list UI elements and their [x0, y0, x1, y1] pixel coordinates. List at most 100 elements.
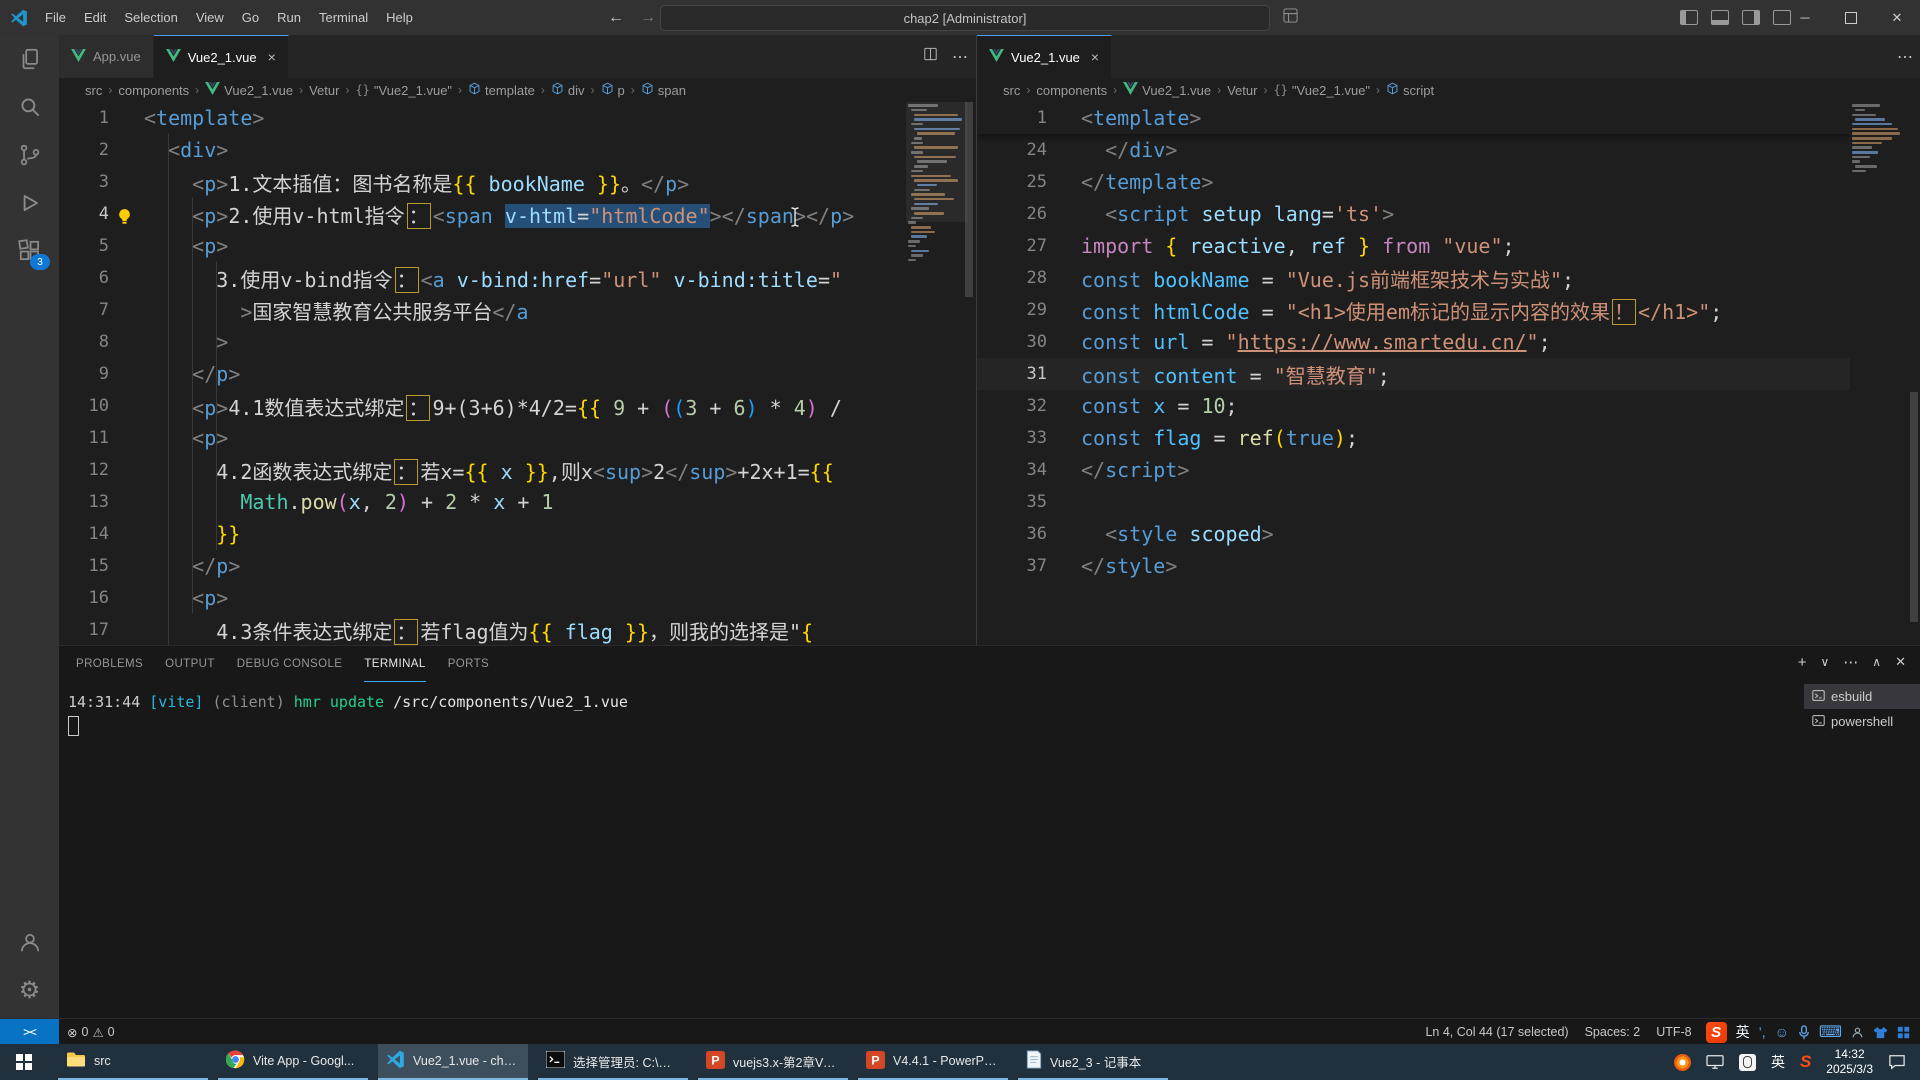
- menu-run[interactable]: Run: [268, 0, 310, 35]
- code-line-9[interactable]: 9 </p>: [59, 358, 906, 390]
- command-center-search[interactable]: chap2 [Administrator]: [660, 5, 1270, 31]
- settings-gear-icon[interactable]: ⚙: [0, 966, 59, 1014]
- code-line-16[interactable]: 16 <p>: [59, 582, 906, 614]
- code-line-8[interactable]: 8 >: [59, 326, 906, 358]
- code-line-6[interactable]: 6 3.使用v-bind指令：<a v-bind:href="url" v-bi…: [59, 262, 906, 294]
- terminal-instance-esbuild[interactable]: esbuild: [1804, 684, 1920, 709]
- close-icon[interactable]: ✕: [1874, 0, 1920, 35]
- mouse-tray-icon[interactable]: [1739, 1054, 1756, 1071]
- menu-file[interactable]: File: [36, 0, 75, 35]
- maximize-icon[interactable]: [1828, 0, 1874, 35]
- tab-Vue2_1.vue[interactable]: Vue2_1.vue×: [154, 35, 289, 78]
- breadcrumb-item[interactable]: div: [551, 82, 585, 98]
- code-line-10[interactable]: 10 <p>4.1数值表达式绑定：9+(3+6)*4/2={{ 9 + ((3 …: [59, 390, 906, 422]
- code-line-32[interactable]: 32const x = 10;: [977, 390, 1850, 422]
- toggle-panel-icon[interactable]: [1711, 10, 1729, 25]
- code-line-2[interactable]: 2 <div>: [59, 134, 906, 166]
- code-line-27[interactable]: 27import { reactive, ref } from "vue";: [977, 230, 1850, 262]
- code-line-26[interactable]: 26 <script setup lang='ts'>: [977, 198, 1850, 230]
- layout-extra-icon[interactable]: [1283, 8, 1298, 28]
- breadcrumb-item[interactable]: Vetur: [1227, 83, 1257, 98]
- ime-lang-tray-icon[interactable]: 英: [1771, 1052, 1785, 1072]
- minimap[interactable]: [1850, 102, 1911, 172]
- code-line-14[interactable]: 14 }}: [59, 518, 906, 550]
- taskbar-clock[interactable]: 14:32 2025/3/3: [1826, 1047, 1873, 1077]
- remote-indicator[interactable]: ><: [0, 1019, 59, 1045]
- menu-help[interactable]: Help: [377, 0, 422, 35]
- toggle-secondary-sidebar-icon[interactable]: [1742, 10, 1760, 25]
- search-icon[interactable]: [0, 83, 59, 131]
- breadcrumb-item[interactable]: p: [601, 82, 625, 98]
- breadcrumb-item[interactable]: components: [1036, 83, 1107, 98]
- indentation[interactable]: Spaces: 2: [1577, 1019, 1649, 1045]
- breadcrumb-item[interactable]: components: [118, 83, 189, 98]
- breadcrumb-item[interactable]: {}"Vue2_1.vue": [355, 83, 452, 98]
- breadcrumb-item[interactable]: script: [1386, 82, 1434, 98]
- code-line-34[interactable]: 34</script>: [977, 454, 1850, 486]
- panel-more-icon[interactable]: ⋯: [1843, 653, 1858, 671]
- close-icon[interactable]: ×: [1091, 49, 1099, 65]
- code-line-7[interactable]: 7 >国家智慧教育公共服务平台</a: [59, 294, 906, 326]
- more-actions-icon[interactable]: ⋯: [1897, 47, 1913, 67]
- menu-terminal[interactable]: Terminal: [310, 0, 377, 35]
- extensions-icon[interactable]: 3: [0, 227, 59, 275]
- breadcrumb-item[interactable]: {}"Vue2_1.vue": [1273, 83, 1370, 98]
- taskbar-item-chrome[interactable]: Vite App - Googl...: [218, 1044, 368, 1080]
- code-editor-left[interactable]: 1<template>2 <div>3 <p>1.文本插值：图书名称是{{ bo…: [59, 102, 906, 645]
- monitor-tray-icon[interactable]: [1706, 1054, 1724, 1070]
- panel-tab-output[interactable]: OUTPUT: [165, 646, 215, 682]
- ime-lang-icon[interactable]: 英: [1736, 1022, 1750, 1042]
- code-line-4[interactable]: 4 <p>2.使用v-html指令：<span v-html="htmlCode…: [59, 198, 906, 230]
- panel-tab-problems[interactable]: PROBLEMS: [76, 646, 143, 682]
- code-line-35[interactable]: 35: [977, 486, 1850, 518]
- code-line-29[interactable]: 29const htmlCode = "<h1>使用em标记的显示内容的效果！<…: [977, 294, 1850, 326]
- code-line-33[interactable]: 33const flag = ref(true);: [977, 422, 1850, 454]
- scrollbar[interactable]: [964, 102, 974, 645]
- back-arrow-icon[interactable]: ←: [608, 9, 624, 27]
- shirt-icon[interactable]: [1873, 1026, 1888, 1039]
- taskbar-item-ppt[interactable]: Pvuejs3.x-第2章Vue...: [698, 1044, 848, 1080]
- code-line-15[interactable]: 15 </p>: [59, 550, 906, 582]
- taskbar-item-vscode[interactable]: Vue2_1.vue - cha...: [378, 1044, 528, 1080]
- taskbar-item-notepad[interactable]: Vue2_3 - 记事本: [1018, 1044, 1168, 1080]
- code-line-1[interactable]: 1<template>: [59, 102, 906, 134]
- close-panel-icon[interactable]: ✕: [1895, 654, 1906, 670]
- explorer-icon[interactable]: [0, 35, 59, 83]
- close-icon[interactable]: ×: [268, 49, 276, 65]
- menu-go[interactable]: Go: [233, 0, 268, 35]
- sogou-logo-icon[interactable]: S: [1706, 1022, 1727, 1043]
- sogou-tray-icon[interactable]: S: [1800, 1052, 1811, 1072]
- minimize-icon[interactable]: ─: [1782, 0, 1828, 35]
- lightbulb-icon[interactable]: [116, 206, 133, 230]
- code-line-24[interactable]: 24 </div>: [977, 134, 1850, 166]
- problems-status[interactable]: ⊗ 0 ⚠ 0: [59, 1019, 123, 1045]
- split-editor-icon[interactable]: [923, 47, 938, 66]
- breadcrumb-item[interactable]: template: [468, 82, 535, 98]
- breadcrumb-item[interactable]: Vetur: [309, 83, 339, 98]
- code-line-25[interactable]: 25</template>: [977, 166, 1850, 198]
- code-line-11[interactable]: 11 <p>: [59, 422, 906, 454]
- breadcrumb-item[interactable]: Vue2_1.vue: [205, 82, 293, 98]
- source-control-icon[interactable]: [0, 131, 59, 179]
- grid-icon[interactable]: [1897, 1026, 1910, 1039]
- taskbar-item-folder[interactable]: src: [58, 1044, 208, 1080]
- panel-tab-debug-console[interactable]: DEBUG CONSOLE: [237, 646, 343, 682]
- code-line-37[interactable]: 37</style>: [977, 550, 1850, 582]
- encoding[interactable]: UTF-8: [1648, 1019, 1699, 1045]
- code-line-1[interactable]: 1<template>: [977, 102, 1850, 134]
- terminal-instance-powershell[interactable]: powershell: [1804, 709, 1920, 734]
- breadcrumb-item[interactable]: span: [641, 82, 686, 98]
- notification-center-icon[interactable]: [1888, 1054, 1906, 1070]
- toggle-sidebar-icon[interactable]: [1680, 10, 1698, 25]
- breadcrumb-item[interactable]: src: [1003, 83, 1020, 98]
- code-line-17[interactable]: 17 4.3条件表达式绑定：若flag值为{{ flag }}，则我的选择是"{: [59, 614, 906, 645]
- menu-edit[interactable]: Edit: [75, 0, 115, 35]
- launch-profile-chevron-icon[interactable]: ∨: [1821, 655, 1830, 669]
- panel-tab-terminal[interactable]: TERMINAL: [364, 646, 425, 682]
- code-line-28[interactable]: 28const bookName = "Vue.js前端框架技术与实战";: [977, 262, 1850, 294]
- keyboard-icon[interactable]: ⌨: [1819, 1022, 1842, 1042]
- code-line-5[interactable]: 5 <p>: [59, 230, 906, 262]
- flower-tray-icon[interactable]: [1674, 1054, 1691, 1071]
- tab-App.vue[interactable]: App.vue: [59, 35, 154, 78]
- menu-selection[interactable]: Selection: [115, 0, 186, 35]
